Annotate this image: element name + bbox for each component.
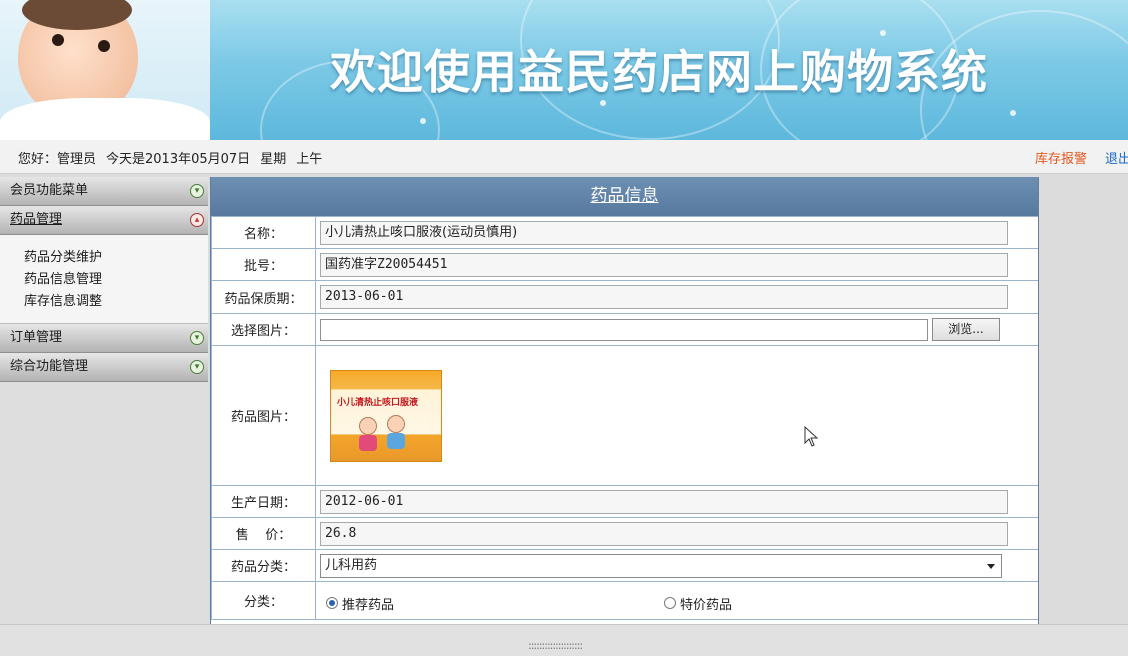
menu-drug-management[interactable]: 药品管理 ▴ <box>0 206 208 235</box>
form-row-image: 药品图片： 小儿清热止咳口服液 <box>211 345 1038 486</box>
approval-label: 批号： <box>211 248 316 281</box>
menu-label: 订单管理 <box>10 330 63 345</box>
info-bar: 您好：管理员今天是2013年05月07日星期上午 库存报警 退出系 <box>0 140 1128 174</box>
menu-member-functions[interactable]: 会员功能菜单 ▾ <box>0 177 208 206</box>
kid-body-icon <box>387 432 405 449</box>
menu-label: 会员功能菜单 <box>10 183 89 198</box>
file-picker: 浏览... <box>320 318 1038 341</box>
drug-info-form: 名称： 小儿清热止咳口服液(运动员慎用) 批号： 国药准字Z20054451 药… <box>211 216 1038 620</box>
form-row-expiry: 药品保质期： 2013-06-01 <box>211 280 1038 314</box>
chevron-down-icon <box>987 563 995 569</box>
drug-image-caption: 小儿清热止咳口服液 <box>337 397 419 408</box>
period-text: 上午 <box>296 152 323 167</box>
image-label: 药品图片： <box>211 345 316 486</box>
frame-splitter[interactable]: :::::::::::::::::::: <box>0 624 1128 656</box>
category-selected-value: 儿科用药 <box>325 557 378 573</box>
splitter-grip-icon[interactable]: :::::::::::::::::::: <box>528 639 583 652</box>
radio-label: 特价药品 <box>680 597 733 613</box>
weekday-text: 星期 <box>260 152 287 167</box>
radio-recommended[interactable]: 推荐药品 <box>326 594 394 613</box>
menu-label: 药品管理 <box>10 212 63 227</box>
form-row-select-image: 选择图片： 浏览... <box>211 313 1038 346</box>
drug-management-submenu: 药品分类维护 药品信息管理 库存信息调整 <box>0 235 208 324</box>
drug-info-panel: 药品信息 名称： 小儿清热止咳口服液(运动员慎用) 批号： 国药准字Z20054… <box>210 177 1039 624</box>
user-greeting: 您好：管理员 今天是2013年05月07日 星期 上午 <box>18 148 332 167</box>
approval-number-field[interactable]: 国药准字Z20054451 <box>320 252 1008 277</box>
name-field[interactable]: 小儿清热止咳口服液(运动员慎用) <box>320 220 1008 245</box>
form-row-type: 分类： 推荐药品 特价药品 <box>211 581 1038 620</box>
select-image-label: 选择图片： <box>211 313 316 346</box>
date-text: 今天是2013年05月07日 <box>106 152 251 167</box>
collapse-icon[interactable]: ▴ <box>190 213 204 227</box>
header-banner: 欢迎使用益民药店网上购物系统 <box>0 0 1128 140</box>
expiry-label: 药品保质期： <box>211 280 316 314</box>
panel-title: 药品信息 <box>211 177 1038 216</box>
radio-checked-icon[interactable] <box>326 597 338 609</box>
name-label: 名称： <box>211 216 316 249</box>
drug-image: 小儿清热止咳口服液 <box>330 369 442 462</box>
stock-alert-link[interactable]: 库存报警 <box>1035 152 1087 167</box>
expand-icon[interactable]: ▾ <box>190 184 204 198</box>
browse-button[interactable]: 浏览... <box>932 318 1000 341</box>
menu-order-management[interactable]: 订单管理 ▾ <box>0 324 208 353</box>
baby-photo <box>0 0 210 140</box>
form-row-name: 名称： 小儿清热止咳口服液(运动员慎用) <box>211 216 1038 249</box>
panel-title-text: 药品信息 <box>590 186 659 206</box>
radio-unchecked-icon[interactable] <box>664 597 676 609</box>
production-label: 生产日期： <box>211 485 316 518</box>
top-links: 库存报警 退出系 <box>1017 148 1128 167</box>
submenu-item-drug-info[interactable]: 药品信息管理 <box>24 269 208 291</box>
banner-title: 欢迎使用益民药店网上购物系统 <box>330 45 988 99</box>
submenu-item-category-maintenance[interactable]: 药品分类维护 <box>24 247 208 269</box>
form-row-price: 售 价： 26.8 <box>211 517 1038 550</box>
form-row-production: 生产日期： 2012-06-01 <box>211 485 1038 518</box>
expiry-date-field[interactable]: 2013-06-01 <box>320 285 1008 309</box>
price-label: 售 价： <box>211 517 316 550</box>
price-field[interactable]: 26.8 <box>320 521 1008 546</box>
menu-label: 综合功能管理 <box>10 359 89 374</box>
category-label: 药品分类： <box>211 549 316 582</box>
type-label: 分类： <box>211 581 316 620</box>
sidebar: 会员功能菜单 ▾ 药品管理 ▴ 药品分类维护 药品信息管理 库存信息调整 订单管… <box>0 177 208 627</box>
type-radio-group: 推荐药品 特价药品 <box>320 583 1038 619</box>
kid-icon <box>359 416 377 435</box>
expand-icon[interactable]: ▾ <box>190 360 204 374</box>
submenu-item-stock-adjust[interactable]: 库存信息调整 <box>24 291 208 313</box>
form-row-category: 药品分类： 儿科用药 <box>211 549 1038 582</box>
production-date-field[interactable]: 2012-06-01 <box>320 489 1008 514</box>
radio-label: 推荐药品 <box>342 597 395 613</box>
kid-body-icon <box>359 434 377 451</box>
greeting-text: 您好：管理员 <box>18 152 97 167</box>
logout-link[interactable]: 退出系 <box>1105 152 1128 167</box>
menu-general-management[interactable]: 综合功能管理 ▾ <box>0 353 208 382</box>
radio-special-price[interactable]: 特价药品 <box>664 594 732 613</box>
image-file-input[interactable] <box>320 318 928 341</box>
kid-icon <box>387 414 405 433</box>
category-select[interactable]: 儿科用药 <box>320 553 1002 578</box>
expand-icon[interactable]: ▾ <box>190 331 204 345</box>
form-row-approval: 批号： 国药准字Z20054451 <box>211 248 1038 281</box>
